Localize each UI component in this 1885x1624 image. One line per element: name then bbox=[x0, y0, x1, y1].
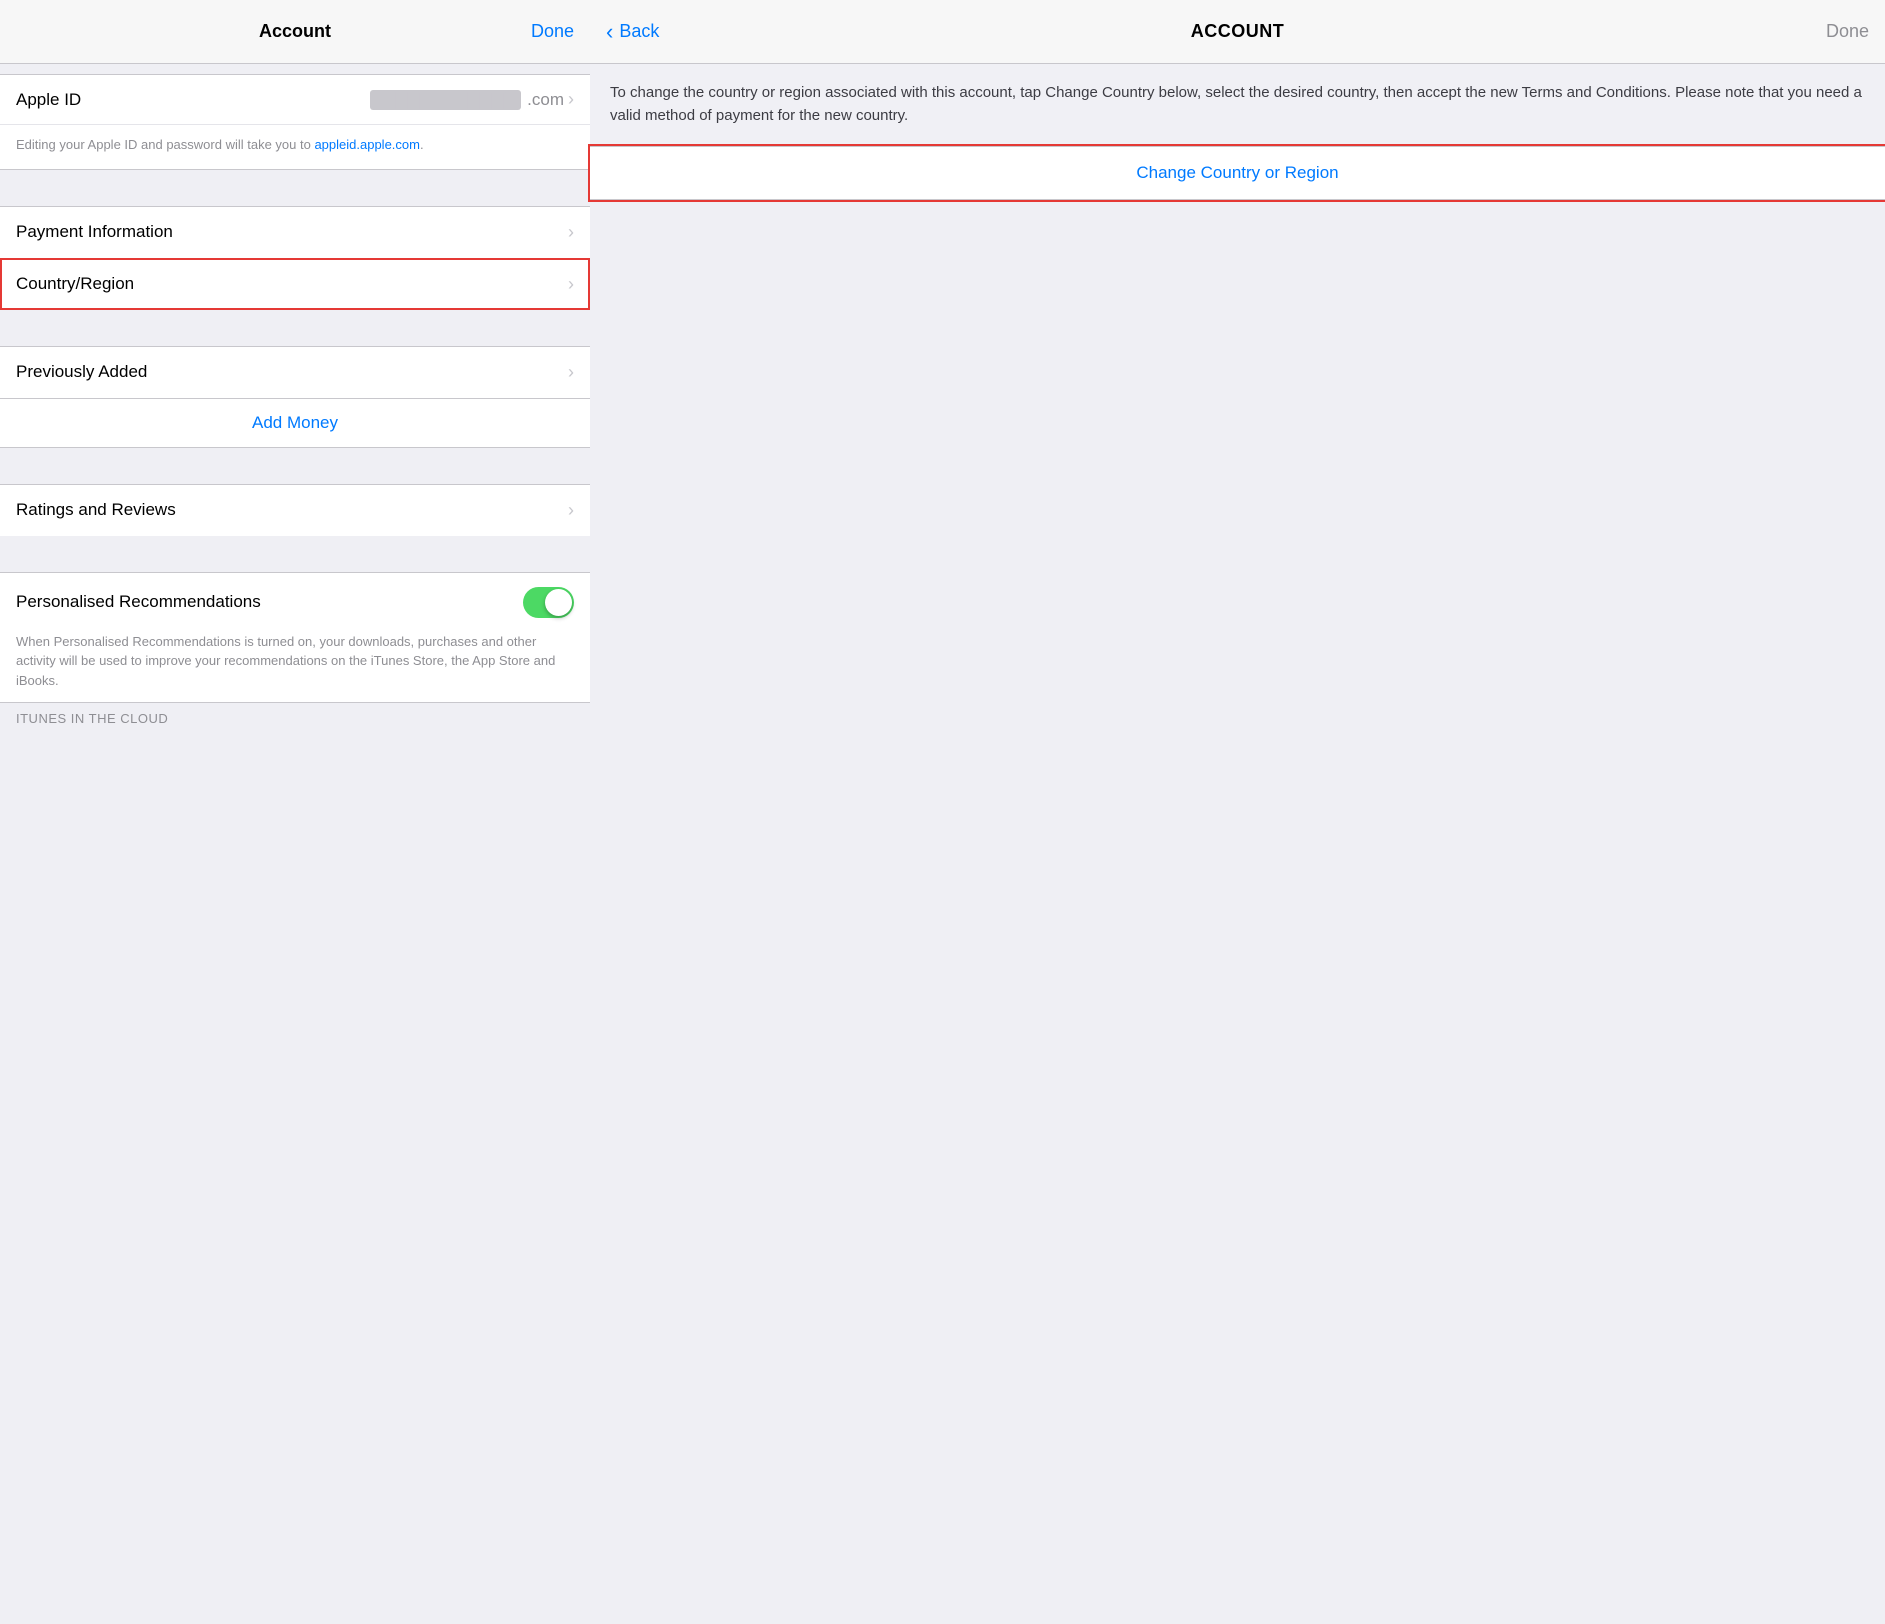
right-nav-bar: ‹ Back ACCOUNT Done bbox=[590, 0, 1885, 64]
apple-id-link[interactable]: appleid.apple.com bbox=[314, 137, 420, 152]
country-region-label: Country/Region bbox=[16, 274, 134, 294]
divider-4 bbox=[0, 536, 590, 572]
info-box: To change the country or region associat… bbox=[590, 64, 1885, 146]
apple-id-chevron: › bbox=[568, 89, 574, 110]
toggle-thumb bbox=[545, 589, 572, 616]
top-spacer bbox=[0, 64, 590, 74]
payment-value: › bbox=[568, 222, 574, 243]
ratings-reviews-item[interactable]: Ratings and Reviews › bbox=[0, 484, 590, 536]
previously-added-label: Previously Added bbox=[16, 362, 147, 382]
left-panel: Account Done Apple ID ████████████ .com … bbox=[0, 0, 590, 1624]
divider-2 bbox=[0, 310, 590, 346]
payment-information-item[interactable]: Payment Information › bbox=[0, 206, 590, 258]
change-country-button[interactable]: Change Country or Region bbox=[590, 147, 1885, 199]
apple-id-link-suffix: . bbox=[420, 137, 424, 152]
personalised-row: Personalised Recommendations bbox=[0, 573, 590, 632]
country-region-value: › bbox=[568, 274, 574, 295]
right-panel: ‹ Back ACCOUNT Done To change the countr… bbox=[590, 0, 1885, 1624]
right-done-button[interactable]: Done bbox=[1826, 21, 1869, 42]
apple-id-desc-text: Editing your Apple ID and password will … bbox=[16, 137, 314, 152]
back-chevron-icon: ‹ bbox=[606, 19, 613, 45]
country-region-chevron: › bbox=[568, 274, 574, 295]
previously-added-value: › bbox=[568, 362, 574, 383]
left-done-button[interactable]: Done bbox=[531, 21, 574, 42]
previously-added-item[interactable]: Previously Added › bbox=[0, 346, 590, 398]
divider-1 bbox=[0, 170, 590, 206]
previously-added-chevron: › bbox=[568, 362, 574, 383]
apple-id-label: Apple ID bbox=[16, 90, 81, 110]
email-blurred: ████████████ bbox=[370, 90, 521, 110]
add-money-row[interactable]: Add Money bbox=[0, 398, 590, 448]
ratings-value: › bbox=[568, 500, 574, 521]
back-label: Back bbox=[619, 21, 659, 42]
left-nav-title: Account bbox=[259, 21, 331, 42]
payment-chevron: › bbox=[568, 222, 574, 243]
change-country-section: Change Country or Region bbox=[590, 146, 1885, 200]
divider-3 bbox=[0, 448, 590, 484]
country-region-item[interactable]: Country/Region › bbox=[0, 258, 590, 310]
itunes-cloud-footer: iTUNES IN THE CLOUD bbox=[0, 703, 590, 730]
apple-id-value: ████████████ .com › bbox=[370, 89, 574, 110]
apple-id-row[interactable]: Apple ID ████████████ .com › bbox=[0, 75, 590, 125]
payment-label: Payment Information bbox=[16, 222, 173, 242]
right-nav-title: ACCOUNT bbox=[1191, 21, 1285, 42]
apple-id-desc: Editing your Apple ID and password will … bbox=[0, 125, 590, 169]
personalised-toggle[interactable] bbox=[523, 587, 574, 618]
ratings-chevron: › bbox=[568, 500, 574, 521]
back-button[interactable]: ‹ Back bbox=[606, 19, 659, 45]
email-suffix: .com bbox=[527, 90, 564, 110]
ratings-label: Ratings and Reviews bbox=[16, 500, 176, 520]
personalised-section: Personalised Recommendations When Person… bbox=[0, 572, 590, 704]
personalised-label: Personalised Recommendations bbox=[16, 592, 261, 612]
personalised-desc: When Personalised Recommendations is tur… bbox=[0, 632, 590, 703]
add-money-label: Add Money bbox=[252, 413, 338, 433]
apple-id-section: Apple ID ████████████ .com › Editing you… bbox=[0, 74, 590, 170]
left-nav-bar: Account Done bbox=[0, 0, 590, 64]
change-country-label: Change Country or Region bbox=[1136, 163, 1338, 183]
